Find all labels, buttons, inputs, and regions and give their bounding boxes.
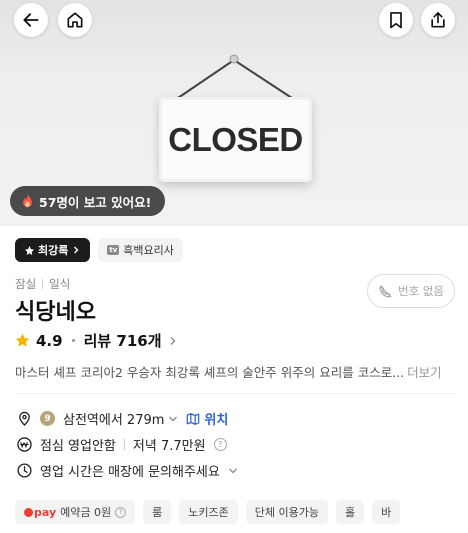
phone-off-icon [379,284,392,298]
chip-no-kids[interactable]: 노키즈존 [179,500,238,524]
chevron-down-icon[interactable] [168,414,178,424]
chip-deposit[interactable]: pay 예약금 0원 ? [15,500,136,524]
home-button[interactable] [58,3,92,37]
rating-row[interactable]: 4.9 리뷰 716개 [15,330,178,351]
help-icon[interactable]: ? [115,506,127,518]
help-icon[interactable]: ? [213,438,227,451]
category-type: 일식 [49,277,71,291]
hours-text: 영업 시간은 매장에 문의해주세요 [40,465,220,480]
station-distance: 삼전역에서 279m [63,413,165,428]
map-link-label: 위치 [204,413,229,428]
price-row: 점심 영업안함 저녁 7.7만원 ? [17,435,227,454]
crown-icon [25,245,34,255]
dinner-price: 저녁 7.7만원 [132,439,206,454]
tags-row: 최강록 tv 흑백요리사 [15,238,183,262]
show-tag: tv 흑백요리사 [98,238,183,262]
viewers-text: 57명이 보고 있어요! [39,194,152,210]
more-link[interactable]: 더보기 [407,362,442,381]
viewers-badge: 57명이 보고 있어요! [10,186,166,216]
home-icon [67,12,83,28]
clock-icon [17,463,32,478]
restaurant-name: 식당네오 [15,300,96,325]
review-count[interactable]: 리뷰 716개 [84,330,162,351]
description: 마스터 셰프 코리아2 우승자 최강록 셰프의 술안주 위주의 요리를 코스로.… [15,362,455,381]
subway-line-badge: 9 [40,411,55,426]
chip-hall[interactable]: 홀 [335,500,365,524]
share-button[interactable] [421,3,455,37]
npay-icon: pay [24,506,56,519]
sign-board: CLOSED [159,97,312,182]
hours-row: 영업 시간은 매장에 문의해주세요 [17,461,238,480]
no-phone-label: 번호 없음 [398,284,444,298]
sign-text: CLOSED [168,120,303,158]
tv-icon: tv [107,245,120,255]
bookmark-button[interactable] [379,3,413,37]
won-icon [17,437,32,452]
category-area: 잠실 [15,277,37,291]
rating-value: 4.9 [36,331,63,350]
ranking-tag-label: 최강록 [38,244,69,257]
chevron-right-icon [74,246,79,254]
show-tag-label: 흑백요리사 [123,244,174,257]
chip-room[interactable]: 룸 [143,500,172,524]
chip-bar[interactable]: 바 [372,500,401,524]
hero-image: CLOSED 57명이 보고 있어요! [0,0,468,226]
fire-icon [23,194,32,208]
bookmark-icon [390,12,402,29]
category-breadcrumb: 잠실 일식 [15,276,70,292]
no-phone-button[interactable]: 번호 없음 [367,274,455,308]
description-text: 마스터 셰프 코리아2 우승자 최강록 셰프의 술안주 위주의 요리를 코스로.… [15,365,405,380]
feature-chips: pay 예약금 0원 ? 룸 노키즈존 단체 이용가능 홀 바 [15,500,401,524]
location-pin-icon [19,411,30,426]
map-link[interactable]: 위치 [186,409,228,428]
chevron-right-icon [170,336,176,345]
arrow-left-icon [23,13,39,27]
share-icon [431,12,445,28]
chip-deposit-label: 예약금 0원 [60,506,112,519]
category-divider [42,279,44,289]
lunch-price: 점심 영업안함 [40,439,116,454]
price-divider [123,439,125,450]
section-divider [15,393,455,394]
back-button[interactable] [14,3,48,37]
map-icon [187,412,200,425]
chevron-down-icon[interactable] [228,466,238,476]
closed-sign: CLOSED [140,52,330,192]
rating-divider [71,339,75,342]
star-icon [15,333,30,347]
ranking-tag[interactable]: 최강록 [15,238,91,262]
chip-group[interactable]: 단체 이용가능 [245,500,328,524]
location-row: 9 삼전역에서 279m 위치 [17,409,228,428]
